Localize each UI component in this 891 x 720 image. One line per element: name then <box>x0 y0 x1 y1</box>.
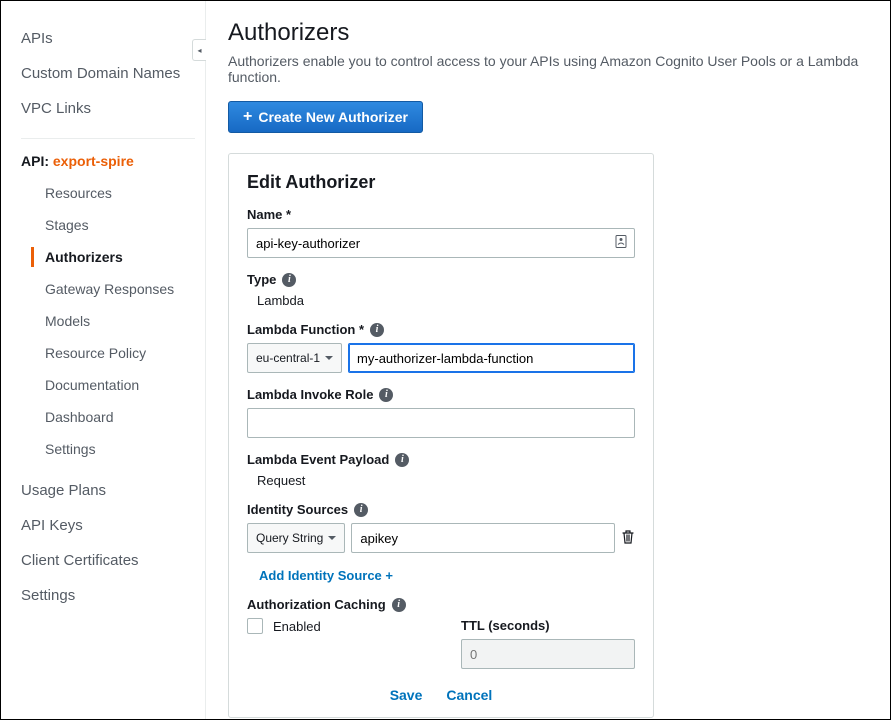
nav-vpc-links[interactable]: VPC Links <box>21 91 195 126</box>
info-icon[interactable]: i <box>392 598 406 612</box>
subnav-stages[interactable]: Stages <box>35 209 195 241</box>
invoke-role-input[interactable] <box>247 408 635 438</box>
type-value: Lambda <box>257 293 635 308</box>
plus-icon: + <box>243 108 252 126</box>
page-description: Authorizers enable you to control access… <box>228 53 868 85</box>
api-name[interactable]: export-spire <box>53 153 134 169</box>
caching-enabled-label: Enabled <box>273 619 321 634</box>
nav-apis[interactable]: APIs <box>21 21 195 56</box>
add-identity-source-link[interactable]: Add Identity Source + <box>259 568 393 583</box>
create-authorizer-label: Create New Authorizer <box>258 109 408 125</box>
page-title: Authorizers <box>228 19 868 47</box>
identity-type-dropdown[interactable]: Query String <box>247 523 345 553</box>
nav-usage-plans[interactable]: Usage Plans <box>21 473 195 508</box>
collapse-sidebar-button[interactable]: ◂ <box>192 39 206 61</box>
name-input[interactable] <box>247 228 635 258</box>
api-prefix: API: <box>21 153 53 169</box>
contacts-icon <box>615 235 627 252</box>
info-icon[interactable]: i <box>379 388 393 402</box>
subnav-documentation[interactable]: Documentation <box>35 369 195 401</box>
caching-enabled-checkbox[interactable] <box>247 618 263 634</box>
api-sub-nav: Resources Stages Authorizers Gateway Res… <box>35 177 195 465</box>
lambda-region-dropdown[interactable]: eu-central-1 <box>247 343 342 373</box>
ttl-input <box>461 639 635 669</box>
subnav-authorizers[interactable]: Authorizers <box>35 241 195 273</box>
name-label: Name * <box>247 207 635 222</box>
info-icon[interactable]: i <box>395 453 409 467</box>
trash-icon[interactable] <box>621 529 635 548</box>
subnav-dashboard[interactable]: Dashboard <box>35 401 195 433</box>
lambda-function-input[interactable] <box>348 343 635 373</box>
identity-sources-label: Identity Sources <box>247 502 348 517</box>
subnav-settings[interactable]: Settings <box>35 433 195 465</box>
invoke-role-label: Lambda Invoke Role <box>247 387 373 402</box>
identity-key-input[interactable] <box>351 523 615 553</box>
nav-api-keys[interactable]: API Keys <box>21 508 195 543</box>
subnav-models[interactable]: Models <box>35 305 195 337</box>
subnav-gateway-responses[interactable]: Gateway Responses <box>35 273 195 305</box>
chevron-down-icon <box>328 536 336 540</box>
panel-title: Edit Authorizer <box>247 172 635 193</box>
create-authorizer-button[interactable]: + Create New Authorizer <box>228 101 423 133</box>
cancel-button[interactable]: Cancel <box>446 687 492 703</box>
identity-type-value: Query String <box>256 531 323 545</box>
nav-custom-domain-names[interactable]: Custom Domain Names <box>21 56 195 91</box>
lambda-region-value: eu-central-1 <box>256 351 320 365</box>
event-payload-value: Request <box>257 473 635 488</box>
type-label: Type <box>247 272 276 287</box>
ttl-label: TTL (seconds) <box>461 618 635 633</box>
current-api-label: API: export-spire <box>21 153 195 169</box>
sidebar: ◂ APIs Custom Domain Names VPC Links API… <box>1 1 206 719</box>
auth-caching-label: Authorization Caching <box>247 597 386 612</box>
nav-client-certificates[interactable]: Client Certificates <box>21 543 195 578</box>
info-icon[interactable]: i <box>282 273 296 287</box>
lambda-function-label: Lambda Function * <box>247 322 364 337</box>
main-content: Authorizers Authorizers enable you to co… <box>206 1 890 719</box>
event-payload-label: Lambda Event Payload <box>247 452 389 467</box>
subnav-resource-policy[interactable]: Resource Policy <box>35 337 195 369</box>
save-button[interactable]: Save <box>390 687 423 703</box>
subnav-resources[interactable]: Resources <box>35 177 195 209</box>
divider <box>21 138 195 139</box>
edit-authorizer-panel: Edit Authorizer Name * Type i Lambda <box>228 153 654 718</box>
chevron-down-icon <box>325 356 333 360</box>
info-icon[interactable]: i <box>354 503 368 517</box>
nav-settings[interactable]: Settings <box>21 578 195 613</box>
info-icon[interactable]: i <box>370 323 384 337</box>
